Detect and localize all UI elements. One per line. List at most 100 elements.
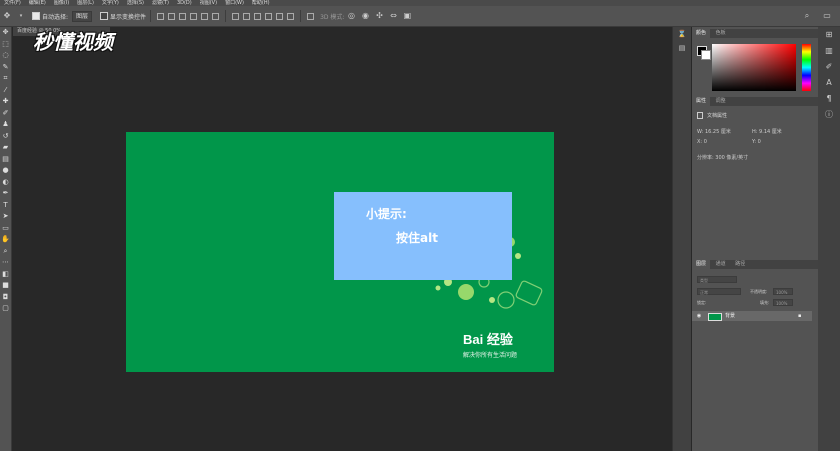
gradient-icon[interactable]: ▤ xyxy=(0,154,11,166)
distribute-left-icon[interactable] xyxy=(265,12,273,20)
fill-label: 填充: xyxy=(760,300,770,305)
brush-icon[interactable]: ✐ xyxy=(0,108,11,120)
3d-pan-icon[interactable]: ✣ xyxy=(375,12,383,20)
shape-icon[interactable]: ▭ xyxy=(0,223,11,235)
marquee-icon[interactable]: ⬚ xyxy=(0,39,11,51)
tab-paths[interactable]: 路径 xyxy=(731,260,749,269)
opacity-label: 不透明度: xyxy=(750,289,768,294)
watermark-logo: 秒懂视频 xyxy=(33,30,113,54)
panel-icon-strip: ⌛ ▤ xyxy=(672,27,691,451)
auto-align-icon[interactable] xyxy=(307,12,315,20)
quick-mask-icon[interactable]: ◘ xyxy=(0,292,11,304)
color-panel-tabs: 颜色 色板 xyxy=(692,29,818,38)
layer-kind-filter[interactable]: 类型 xyxy=(697,276,737,283)
tab-adjustments[interactable]: 调整 xyxy=(712,97,730,106)
align-hcenter-icon[interactable] xyxy=(201,12,209,20)
3d-scale-icon[interactable]: ▣ xyxy=(403,12,412,20)
eye-icon[interactable]: ◉ xyxy=(695,311,703,321)
distribute-bottom-icon[interactable] xyxy=(254,12,262,20)
blend-mode-dropdown[interactable]: 正常 xyxy=(697,288,741,295)
right-dock-strip: ⊞ ▥ ✐ A ¶ ⓘ xyxy=(818,27,840,451)
blur-icon[interactable]: ● xyxy=(0,165,11,177)
3d-mode-label: 3D 模式: xyxy=(320,13,345,21)
distribute-right-icon[interactable] xyxy=(287,12,295,20)
quick-select-icon[interactable]: ✎ xyxy=(0,62,11,74)
paragraph-icon[interactable]: ¶ xyxy=(818,91,840,107)
lasso-icon[interactable]: ◌ xyxy=(0,50,11,62)
hue-slider[interactable] xyxy=(802,44,811,91)
tab-channels[interactable]: 通道 xyxy=(712,260,730,269)
align-left-icon[interactable] xyxy=(190,12,198,20)
width-label: W: xyxy=(697,129,704,135)
align-top-icon[interactable] xyxy=(157,12,165,20)
divider xyxy=(150,10,152,22)
info-icon[interactable]: ⓘ xyxy=(818,107,840,123)
more-tools-icon[interactable]: ⋯ xyxy=(0,257,11,269)
align-vcenter-icon[interactable] xyxy=(168,12,176,20)
align-right-icon[interactable] xyxy=(212,12,220,20)
tools-panel: ✥ ⬚ ◌ ✎ ⌗ ⁄ ✚ ✐ ♟ ↺ ▰ ▤ ● ◐ ✒ T ➤ ▭ ✋ ⌕ … xyxy=(0,27,12,451)
properties-panel-tabs: 属性 调整 xyxy=(692,97,818,106)
history-brush-icon[interactable]: ↺ xyxy=(0,131,11,143)
search-icon[interactable]: ⌕ xyxy=(803,12,811,20)
move-icon[interactable]: ✥ xyxy=(0,27,11,39)
brush-settings-icon[interactable]: ✐ xyxy=(818,59,840,75)
lock-icon: ▪ xyxy=(798,313,802,319)
distribute-hcenter-icon[interactable] xyxy=(276,12,284,20)
dodge-icon[interactable]: ◐ xyxy=(0,177,11,189)
distribute-vcenter-icon[interactable] xyxy=(243,12,251,20)
adjust-icon[interactable]: ⊞ xyxy=(818,27,840,43)
color-picker-field[interactable] xyxy=(712,44,796,91)
x-row: X: 0 xyxy=(697,139,707,145)
opacity-input[interactable]: 100% xyxy=(773,288,793,295)
healing-icon[interactable]: ✚ xyxy=(0,96,11,108)
baidu-logo: Bai 经验 xyxy=(463,329,513,348)
3d-rotate-icon[interactable]: ◎ xyxy=(347,12,355,20)
distribute-top-icon[interactable] xyxy=(232,12,240,20)
tab-color[interactable]: 颜色 xyxy=(692,29,711,38)
height-label: H: xyxy=(752,129,758,135)
baidu-slogan: 解决你所有生活问题 xyxy=(463,352,518,359)
height-value[interactable]: 9.14 厘米 xyxy=(759,129,782,135)
properties-icon[interactable]: ▤ xyxy=(673,41,691,55)
default-colors-icon[interactable]: ◧ xyxy=(0,269,11,281)
auto-select-checkbox[interactable] xyxy=(32,12,40,20)
path-select-icon[interactable]: ➤ xyxy=(0,211,11,223)
chevron-down-icon[interactable]: ▾ xyxy=(17,12,25,20)
stamp-icon[interactable]: ♟ xyxy=(0,119,11,131)
zoom-icon[interactable]: ⌕ xyxy=(0,246,11,258)
y-value[interactable]: 0 xyxy=(758,139,761,145)
transform-controls-checkbox[interactable] xyxy=(100,12,109,20)
properties-heading: 文档属性 xyxy=(707,113,728,119)
x-value[interactable]: 0 xyxy=(704,139,707,145)
auto-select-label: 自动选择: xyxy=(42,13,69,21)
history-icon[interactable]: ⌛ xyxy=(673,27,691,41)
align-bottom-icon[interactable] xyxy=(179,12,187,20)
tab-properties[interactable]: 属性 xyxy=(692,97,711,106)
lock-label: 锁定: xyxy=(697,300,707,305)
3d-roll-icon[interactable]: ◉ xyxy=(361,12,369,20)
tab-layers[interactable]: 图层 xyxy=(692,260,711,269)
background-swatch[interactable] xyxy=(701,50,711,60)
type-icon[interactable]: T xyxy=(0,200,11,212)
x-label: X: xyxy=(697,139,703,145)
character-icon[interactable]: A xyxy=(818,75,840,91)
auto-select-dropdown[interactable]: 图层 xyxy=(72,10,93,22)
pen-icon[interactable]: ✒ xyxy=(0,188,11,200)
resolution-text: 分辨率: 300 像素/英寸 xyxy=(697,155,749,161)
workspace-icon[interactable]: ▭ xyxy=(823,12,831,20)
fill-input[interactable]: 100% xyxy=(773,299,793,306)
screen-mode-icon[interactable]: ▢ xyxy=(0,303,11,315)
move-tool-icon[interactable]: ✥ xyxy=(3,12,11,20)
y-row: Y: 0 xyxy=(752,139,761,145)
hand-icon[interactable]: ✋ xyxy=(0,234,11,246)
eyedropper-icon[interactable]: ⁄ xyxy=(0,85,11,97)
eraser-icon[interactable]: ▰ xyxy=(0,142,11,154)
3d-slide-icon[interactable]: ⇔ xyxy=(389,12,397,20)
library-icon[interactable]: ▥ xyxy=(818,43,840,59)
width-value[interactable]: 16.25 厘米 xyxy=(705,129,731,135)
layer-thumbnail xyxy=(708,313,722,321)
crop-icon[interactable]: ⌗ xyxy=(0,73,11,85)
tab-swatches[interactable]: 色板 xyxy=(712,29,730,38)
color-swatch-icon[interactable]: ■ xyxy=(0,280,11,292)
